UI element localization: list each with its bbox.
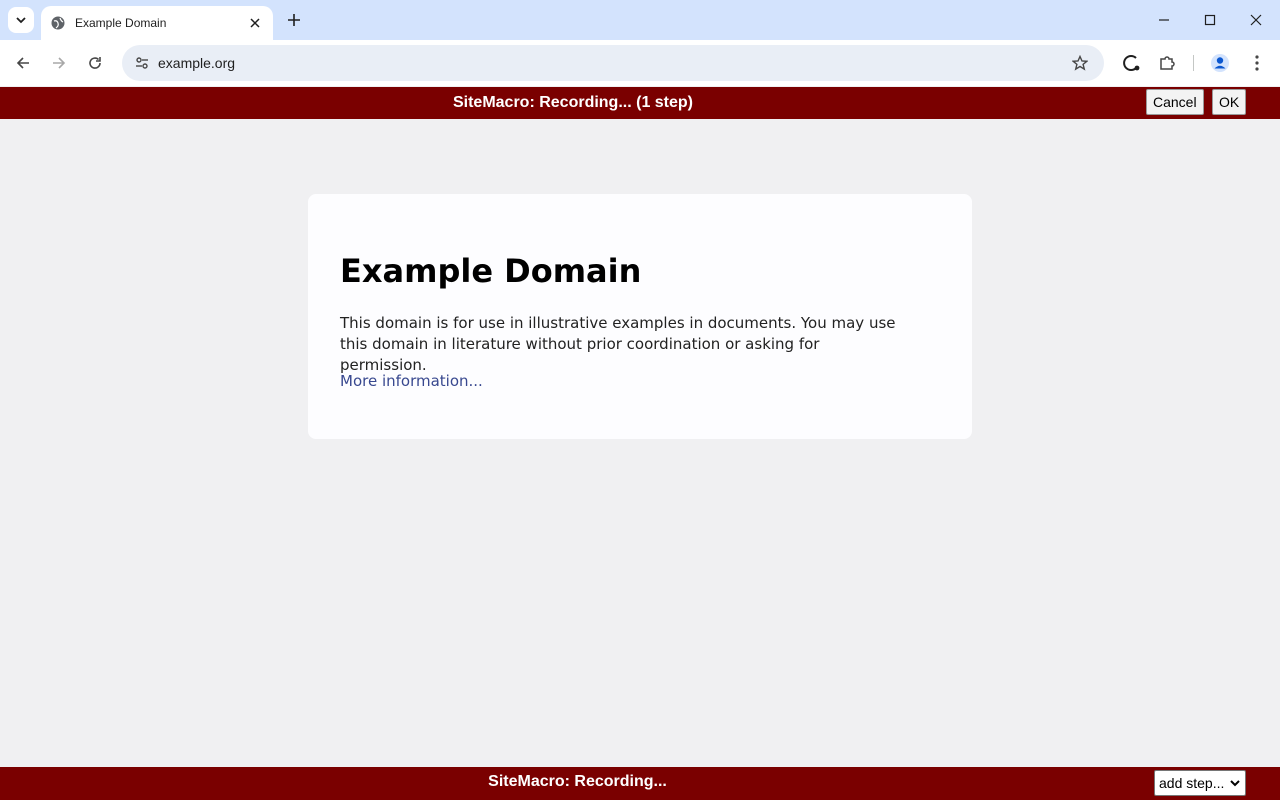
back-button[interactable] <box>9 49 37 77</box>
cancel-button[interactable]: Cancel <box>1146 89 1204 115</box>
puzzle-icon <box>1158 54 1176 72</box>
profile-button[interactable] <box>1206 49 1234 77</box>
window-close-icon <box>1250 14 1262 26</box>
page-description: This domain is for use in illustrative e… <box>340 313 900 376</box>
menu-icon <box>1255 55 1259 71</box>
tab-strip: Example Domain <box>0 0 1280 40</box>
maximize-button[interactable] <box>1196 6 1224 34</box>
add-step-select-value: add step... <box>1159 775 1224 791</box>
profile-icon <box>1210 53 1230 73</box>
chevron-down-icon <box>1229 776 1241 790</box>
more-information-link[interactable]: More information... <box>340 372 483 390</box>
tab-title: Example Domain <box>75 16 247 30</box>
recording-status: SiteMacro: Recording... (1 step) <box>0 94 1146 112</box>
tab-search-button[interactable] <box>8 7 34 33</box>
reload-icon <box>87 55 103 71</box>
bookmark-button[interactable] <box>1066 49 1094 77</box>
minimize-icon <box>1158 14 1170 26</box>
content-card: Example Domain This domain is for use in… <box>308 194 972 439</box>
browser-toolbar: example.org <box>0 40 1280 86</box>
plus-icon <box>287 13 301 27</box>
forward-icon <box>51 55 67 71</box>
forward-button[interactable] <box>45 49 73 77</box>
address-bar[interactable]: example.org <box>122 45 1104 81</box>
site-info-icon <box>134 55 150 71</box>
extension-icon <box>1121 53 1141 73</box>
close-icon <box>250 18 260 28</box>
sitemacro-bottom-bar: SiteMacro: Recording... add step... <box>0 767 1280 800</box>
sitemacro-top-bar: SiteMacro: Recording... (1 step) Cancel … <box>0 87 1280 119</box>
star-icon <box>1072 55 1088 71</box>
add-step-select[interactable]: add step... <box>1154 770 1246 796</box>
url-text[interactable]: example.org <box>158 55 235 71</box>
ok-button[interactable]: OK <box>1212 89 1246 115</box>
extension-button[interactable] <box>1117 49 1145 77</box>
browser-menu-button[interactable] <box>1243 49 1271 77</box>
back-icon <box>15 55 31 71</box>
site-info-button[interactable] <box>128 49 156 77</box>
toolbar-divider <box>1193 55 1194 71</box>
reload-button[interactable] <box>81 49 109 77</box>
page-title: Example Domain <box>340 252 641 290</box>
new-tab-button[interactable] <box>282 8 306 32</box>
extensions-menu-button[interactable] <box>1153 49 1181 77</box>
recording-status-bottom: SiteMacro: Recording... <box>0 773 1155 791</box>
minimize-button[interactable] <box>1150 6 1178 34</box>
active-tab[interactable]: Example Domain <box>41 6 273 40</box>
tab-close-button[interactable] <box>247 15 263 31</box>
maximize-icon <box>1204 14 1216 26</box>
tab-search-icon <box>15 14 27 26</box>
globe-icon <box>51 16 65 30</box>
window-close-button[interactable] <box>1242 6 1270 34</box>
